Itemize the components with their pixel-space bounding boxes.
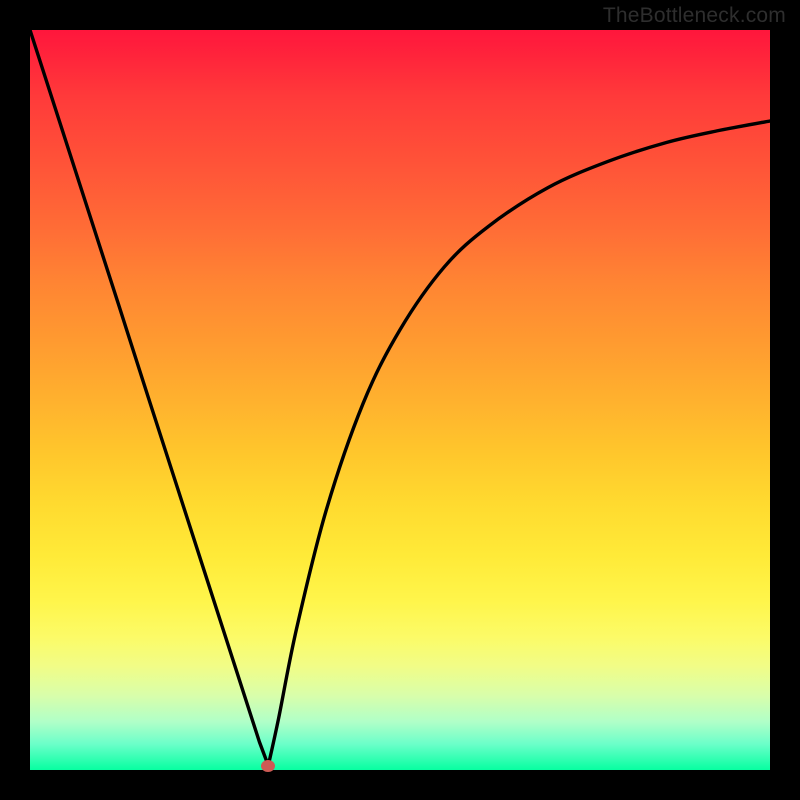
plot-area	[30, 30, 770, 770]
bottleneck-curve	[30, 30, 770, 770]
chart-outer-frame: TheBottleneck.com	[0, 0, 800, 800]
branding-watermark: TheBottleneck.com	[603, 4, 786, 28]
minimum-marker	[261, 760, 275, 772]
curve-path	[30, 30, 770, 766]
